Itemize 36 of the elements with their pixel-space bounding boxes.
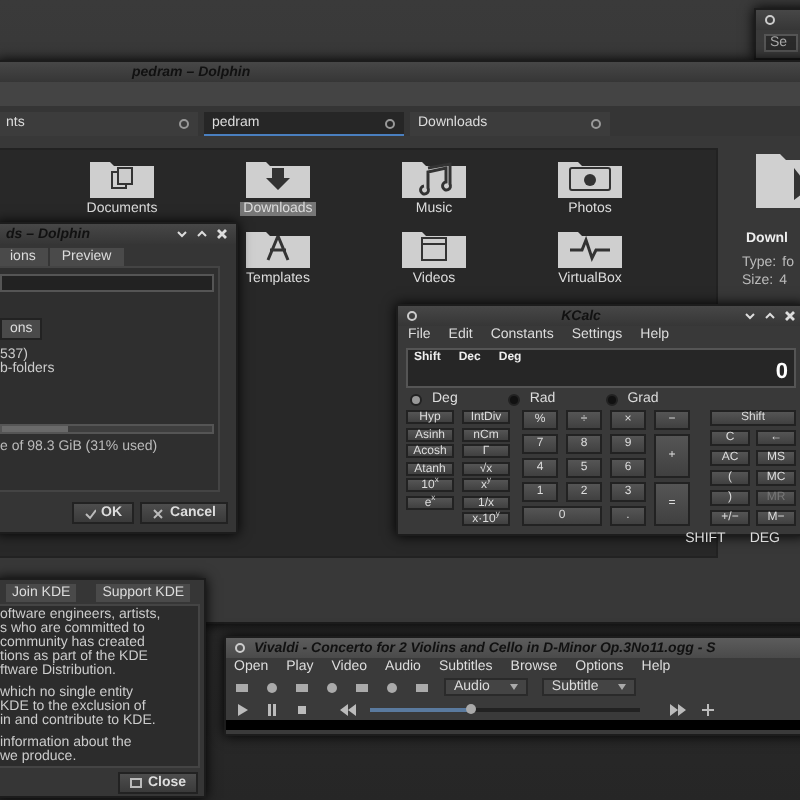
close-tab-icon[interactable]: [384, 117, 396, 129]
stop-icon[interactable]: [294, 703, 310, 715]
radio-button[interactable]: [605, 393, 618, 405]
crosshair-icon[interactable]: [700, 703, 716, 715]
radio-button[interactable]: [410, 393, 422, 405]
fast-forward-icon[interactable]: [670, 703, 686, 715]
maximize-icon[interactable]: [196, 228, 208, 240]
folder-film-icon: [398, 226, 470, 270]
close-icon[interactable]: [784, 310, 796, 322]
pause-icon[interactable]: [264, 703, 280, 715]
window-icon: [129, 778, 142, 788]
folder-pulse-icon: [554, 226, 626, 270]
caret-icon: [618, 684, 627, 690]
window-menu-icon[interactable]: [406, 310, 418, 322]
caret-icon: [509, 684, 518, 690]
display-value: 0: [775, 360, 788, 384]
radio-button[interactable]: [507, 393, 520, 405]
minimize-icon[interactable]: [176, 228, 188, 240]
close-tab-icon[interactable]: [178, 117, 190, 129]
minimize-icon[interactable]: [744, 310, 756, 322]
name-field[interactable]: [0, 274, 214, 292]
close-icon[interactable]: [216, 228, 228, 240]
rewind-icon[interactable]: [340, 703, 356, 715]
folder-camera-icon: [554, 156, 626, 200]
window-menu-icon[interactable]: [764, 14, 776, 26]
folder-down-arrow-icon: [242, 156, 314, 200]
seek-thumb[interactable]: [465, 703, 476, 713]
folder-documents-icon: [86, 156, 158, 200]
window-menu-icon[interactable]: [234, 642, 246, 654]
folder-music-note-icon: [398, 156, 470, 200]
maximize-icon[interactable]: [764, 310, 776, 322]
checkmark-icon: [83, 507, 95, 519]
close-tab-icon[interactable]: [590, 117, 602, 129]
x-icon: [152, 507, 165, 519]
folder-compass-icon: [242, 226, 314, 270]
play-icon[interactable]: [234, 703, 250, 715]
